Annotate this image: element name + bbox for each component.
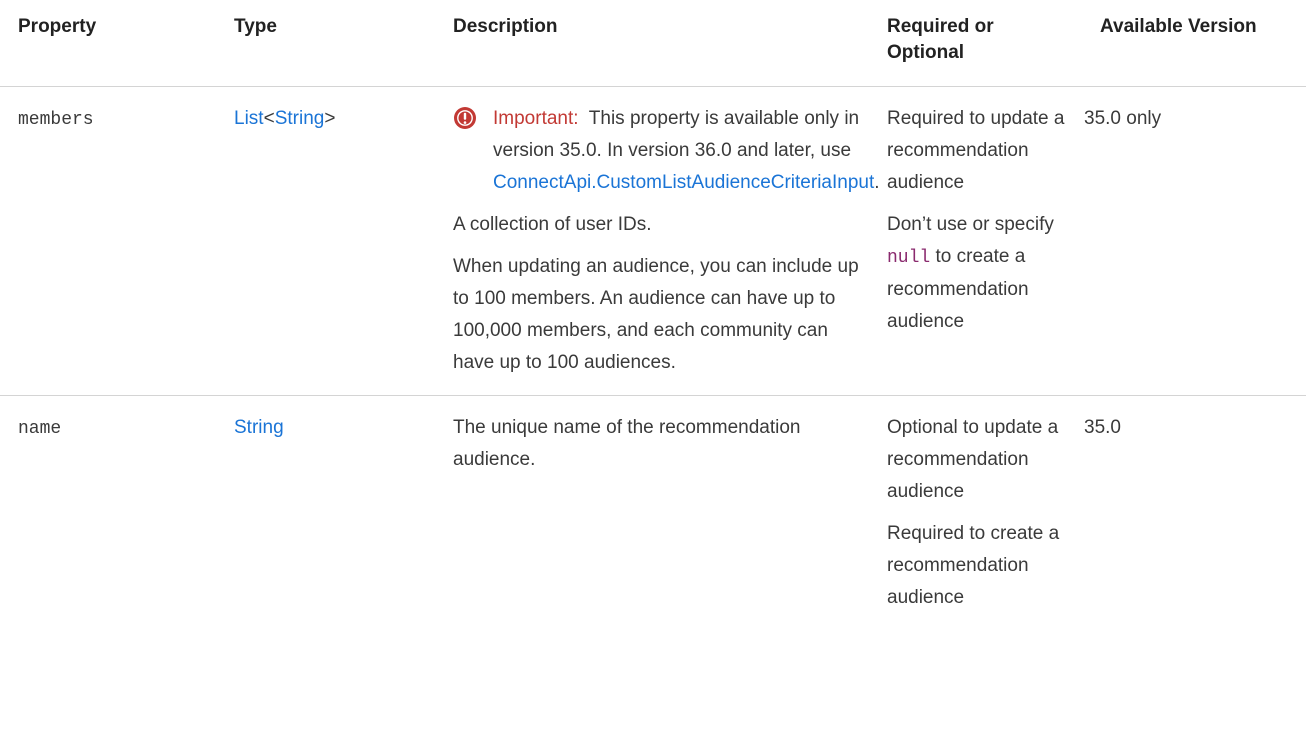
required-text: Required to create a recommendation audi…	[887, 523, 1060, 608]
property-cell: name	[0, 395, 216, 630]
property-name: name	[18, 419, 62, 439]
header-required: Required or Optional	[869, 0, 1082, 87]
table-header: Property Type Description Required or Op…	[0, 0, 1306, 87]
type-cell: String	[216, 395, 435, 630]
description-cell: Important: This property is available on…	[435, 87, 880, 396]
description-paragraph: A collection of user IDs.	[453, 214, 652, 235]
description-paragraph: When updating an audience, you can inclu…	[453, 256, 859, 373]
property-name: members	[18, 110, 94, 130]
type-link-string[interactable]: String	[275, 108, 325, 129]
required-text-before: Don’t use or specify	[887, 214, 1054, 235]
required-cell: Optional to update a recommendation audi…	[869, 395, 1082, 630]
important-body: Important: This property is available on…	[493, 103, 880, 199]
required-cell: Required to update a recommendation audi…	[869, 87, 1082, 396]
type-link-string[interactable]: String	[234, 417, 284, 438]
important-label: Important:	[493, 108, 579, 129]
version-cell: 35.0	[1082, 395, 1306, 630]
null-code: null	[887, 248, 931, 268]
header-row: Property Type Description Required or Op…	[0, 0, 1306, 87]
version-cell: 35.0 only	[1082, 87, 1306, 396]
description-paragraph: The unique name of the recommendation au…	[453, 417, 801, 470]
table-row-name: name String The unique name of the recom…	[0, 395, 1306, 630]
important-note: Important: This property is available on…	[435, 103, 880, 199]
version-text: 35.0 only	[1084, 108, 1162, 129]
version-text: 35.0	[1084, 417, 1121, 438]
important-exclamation-icon	[453, 106, 477, 141]
type-link-list[interactable]: List	[234, 108, 264, 129]
table-row-members: members List<String> Important: This pro…	[0, 87, 1306, 396]
description-cell: The unique name of the recommendation au…	[435, 395, 869, 630]
required-text: Required to update a recommendation audi…	[887, 108, 1065, 193]
properties-table: Property Type Description Required or Op…	[0, 0, 1306, 630]
type-gt: >	[324, 108, 336, 129]
type-lt: <	[263, 108, 275, 129]
custom-list-audience-link[interactable]: ConnectApi.CustomListAudienceCriteriaInp…	[493, 172, 874, 193]
property-cell: members	[0, 87, 216, 396]
header-type: Type	[216, 0, 435, 87]
type-cell: List<String>	[216, 87, 435, 396]
header-description: Description	[435, 0, 869, 87]
required-text: Optional to update a recommendation audi…	[887, 417, 1059, 502]
header-property: Property	[0, 0, 216, 87]
header-version: Available Version	[1082, 0, 1306, 87]
important-suffix: .	[874, 172, 880, 193]
required-text-null: Don’t use or specify null to create a re…	[887, 209, 1076, 338]
